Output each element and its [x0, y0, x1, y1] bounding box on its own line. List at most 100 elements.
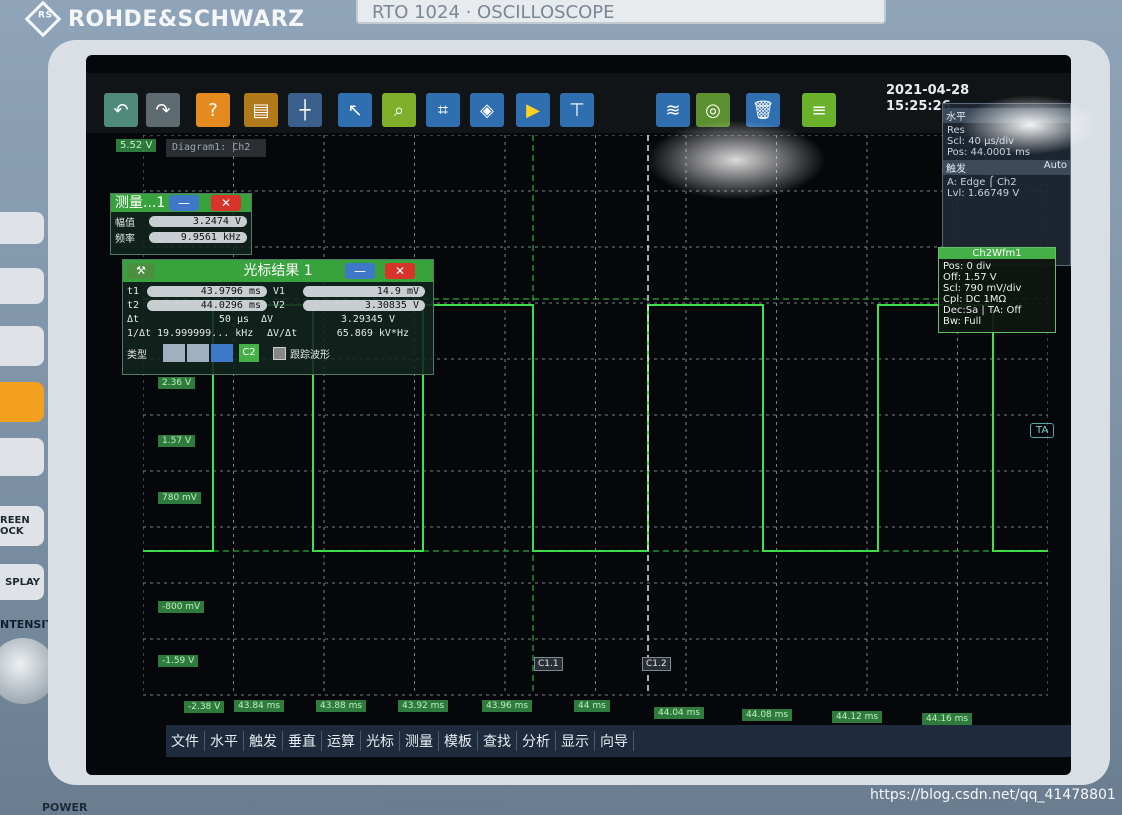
help-icon[interactable]: ? — [196, 93, 230, 127]
trigger-marker[interactable]: TA — [1030, 423, 1055, 438]
menu-wizard[interactable]: 向导 — [595, 731, 634, 751]
cursor-row: 1/Δt 19.999999... kHz ΔV/Δt 65.869 kV*Hz — [127, 326, 429, 340]
side-button-2[interactable] — [0, 268, 44, 304]
cursor-panel-title: 光标结果 1 — [243, 263, 313, 279]
cursor-2-label[interactable]: C1.2 — [642, 657, 671, 671]
screen-glare — [960, 95, 1100, 155]
wfm-line: Off: 1.57 V — [943, 272, 997, 283]
menu-horizontal[interactable]: 水平 — [205, 731, 244, 751]
side-button-3[interactable] — [0, 326, 44, 366]
measure-value: 9.9561 kHz — [149, 231, 247, 243]
menu-display[interactable]: 显示 — [556, 731, 595, 751]
x-label-4: 43.96 ms — [482, 700, 533, 712]
histogram-icon[interactable]: ▶ — [516, 93, 550, 127]
y-label-2: 1.57 V — [158, 435, 196, 447]
minimize-icon[interactable]: — — [345, 263, 375, 279]
y-label-4: -800 mV — [158, 601, 205, 613]
y-label-6: -2.38 V — [184, 701, 225, 713]
cursor-1-label[interactable]: C1.1 — [534, 657, 563, 671]
minimize-icon[interactable]: — — [169, 195, 199, 211]
cursor-panel-header: ⚒ 光标结果 1 — ✕ — [123, 260, 433, 282]
cursor-row-label: Δt — [127, 313, 140, 325]
menu-vertical[interactable]: 垂直 — [283, 731, 322, 751]
vertical-cursor-icon[interactable] — [187, 344, 209, 362]
cursor-row-value: 3.29345 V — [340, 313, 395, 325]
search-icon[interactable]: ⊤ — [560, 93, 594, 127]
menu-measure[interactable]: 测量 — [400, 731, 439, 751]
oscilloscope-screen: ↶ ↷ ? ▤ ┼ ↖ ⌕ ⌗ ◈ ▶ ⊤ ≋ ◎ 🗑 ≡ 2021-04-28… — [86, 55, 1071, 775]
pointer-icon[interactable]: ↖ — [338, 93, 372, 127]
oscilloscope-bezel: RS ROHDE&SCHWARZ RTO 1024 · OSCILLOSCOPE… — [0, 0, 1122, 815]
x-label-6: 44.04 ms — [654, 707, 705, 719]
open-file-icon[interactable]: ▤ — [244, 93, 278, 127]
cursor-row-label: V1 — [273, 285, 286, 297]
cursor-row-label: V2 — [273, 299, 286, 311]
side-button-4[interactable] — [0, 438, 44, 476]
cursor-results-panel[interactable]: ⚒ 光标结果 1 — ✕ t1 43.9796 ms V1 14.9 mV t2… — [122, 259, 434, 375]
x-label-8: 44.12 ms — [832, 711, 883, 723]
cursor-icon[interactable]: ┼ — [288, 93, 322, 127]
toolbar: ↶ ↷ ? ▤ ┼ ↖ ⌕ ⌗ ◈ ▶ ⊤ ≋ ◎ 🗑 ≡ 2021-04-28… — [86, 73, 1071, 133]
cursor-row: t1 43.9796 ms V1 14.9 mV — [127, 284, 429, 298]
cursor-row-value: 50 μs — [218, 313, 249, 325]
track-label: 跟踪波形 — [290, 349, 330, 361]
source-button[interactable]: C2 — [239, 344, 259, 362]
run-button[interactable] — [0, 382, 44, 422]
menu-file[interactable]: 文件 — [166, 731, 205, 751]
measure-icon[interactable]: ⌗ — [426, 93, 460, 127]
cursor-row-value: 44.0296 ms — [147, 299, 267, 311]
display-button[interactable]: SPLAY — [0, 564, 44, 600]
screen-lock-button[interactable]: REEN OCK — [0, 506, 44, 546]
plot-area[interactable] — [143, 135, 1048, 730]
measure-panel-header: 测量...1 — ✕ — [111, 194, 251, 212]
cursor-row-value: 43.9796 ms — [147, 285, 267, 297]
measure-value: 3.2474 V — [149, 215, 247, 227]
wfm-line: Bw: Full — [943, 316, 982, 327]
trigger-level: Lvl: 1.66749 V — [947, 188, 1020, 199]
redo-icon[interactable]: ↷ — [146, 93, 180, 127]
close-icon[interactable]: ✕ — [385, 263, 415, 279]
menu-math[interactable]: 运算 — [322, 731, 361, 751]
brand-name: ROHDE&SCHWARZ — [68, 6, 305, 32]
y-label-1: 2.36 V — [158, 377, 196, 389]
trigger-title: 触发 — [946, 164, 966, 175]
trigger-source: A: Edge ⌠ Ch2 — [947, 177, 1017, 188]
x-label-1: 43.84 ms — [234, 700, 285, 712]
model-plate: RTO 1024 · OSCILLOSCOPE — [356, 0, 886, 24]
undo-icon[interactable]: ↶ — [104, 93, 138, 127]
menu-bar: 文件 水平 触发 垂直 运算 光标 测量 模板 查找 分析 显示 向导 — [166, 725, 1071, 757]
measure-row-amplitude: 幅值 3.2474 V — [111, 212, 251, 230]
measure-label: 频率 — [115, 233, 135, 245]
zoom-icon[interactable]: ⌕ — [382, 93, 416, 127]
mask-icon[interactable]: ◈ — [470, 93, 504, 127]
y-label-3: 780 mV — [158, 492, 201, 504]
brand-mark-text: RS — [38, 10, 53, 21]
menu-cursor[interactable]: 光标 — [361, 731, 400, 751]
menu-search[interactable]: 查找 — [478, 731, 517, 751]
menu-mask[interactable]: 模板 — [439, 731, 478, 751]
horizontal-cursor-icon[interactable] — [163, 344, 185, 362]
signal-bar-icon[interactable]: ≡ — [802, 93, 836, 127]
cursor-row-value: 14.9 mV — [303, 285, 425, 297]
fft-icon[interactable]: ≋ — [656, 93, 690, 127]
x-label-5: 44 ms — [574, 700, 610, 712]
cursor-row-label: 1/Δt — [127, 327, 152, 339]
trigger-mode: Auto — [1043, 160, 1067, 171]
x-label-9: 44.16 ms — [922, 713, 973, 725]
cursor-row: t2 44.0296 ms V2 3.30835 V — [127, 298, 429, 312]
measure-row-frequency: 频率 9.9561 kHz — [111, 230, 251, 245]
both-cursor-icon[interactable] — [211, 344, 233, 362]
x-label-2: 43.88 ms — [316, 700, 367, 712]
wfm-line: Pos: 0 div — [943, 261, 992, 272]
measure-panel[interactable]: 测量...1 — ✕ 幅值 3.2474 V 频率 9.9561 kHz — [110, 193, 252, 255]
menu-analysis[interactable]: 分析 — [517, 731, 556, 751]
graticule — [143, 135, 1048, 696]
side-button-1[interactable] — [0, 212, 44, 244]
menu-trigger[interactable]: 触发 — [244, 731, 283, 751]
type-label: 类型 — [127, 349, 147, 361]
wrench-icon[interactable]: ⚒ — [127, 263, 155, 279]
track-checkbox[interactable] — [273, 346, 286, 360]
ch2-waveform-panel[interactable]: Ch2Wfm1 Pos: 0 div Off: 1.57 V Scl: 790 … — [938, 247, 1056, 333]
brand-mark-icon: RS — [24, 0, 62, 38]
close-icon[interactable]: ✕ — [211, 195, 241, 211]
